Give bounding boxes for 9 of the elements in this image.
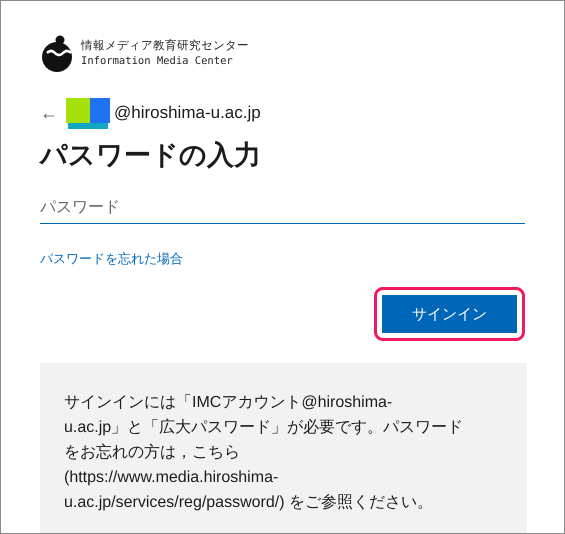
logo-subtitle: Information Media Center bbox=[81, 54, 234, 69]
account-email: @hiroshima-u.ac.jp bbox=[114, 103, 261, 123]
logo-title: 情報メディア教育研究センター bbox=[81, 39, 249, 54]
password-field[interactable]: パスワード bbox=[40, 193, 525, 224]
page-title: パスワードの入力 bbox=[40, 139, 262, 172]
back-icon[interactable]: ← bbox=[40, 102, 62, 124]
forgot-password-link[interactable]: パスワードを忘れた場合 bbox=[40, 250, 183, 268]
sign-in-button[interactable]: サインイン bbox=[382, 295, 517, 333]
info-text: サインインには「IMCアカウント@hiroshima- u.ac.jp」と「広大パスワード」が必要です。パスワード をお忘れの方は，こちら (https://www.media.hiroshima- u.ac.jp/services/reg/password/) をご参照ください。 bbox=[64, 393, 464, 513]
